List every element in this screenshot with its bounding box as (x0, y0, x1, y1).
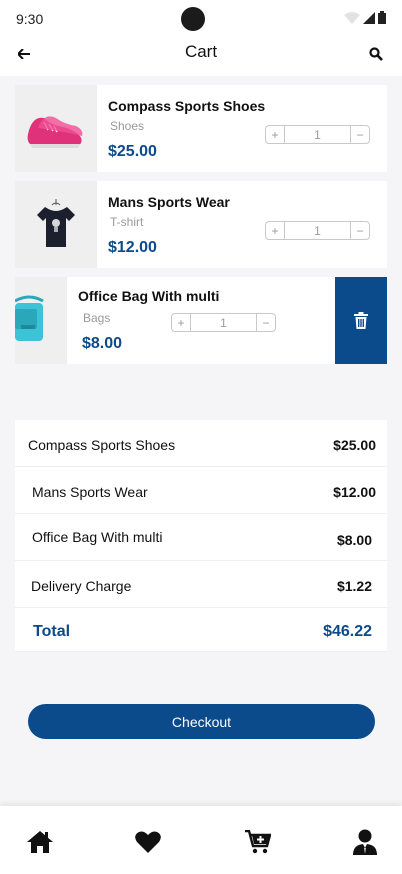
nav-cart[interactable] (244, 828, 272, 856)
summary-value: $8.00 (336, 532, 372, 548)
app-bar: Cart (0, 34, 402, 76)
wifi-icon (344, 12, 360, 24)
status-bar: 9:30 (0, 0, 402, 34)
user-icon (353, 829, 377, 855)
bottom-nav (0, 806, 402, 874)
camera-cutout (181, 7, 205, 31)
product-image-tshirt (15, 181, 97, 268)
home-icon (27, 831, 53, 853)
search-button[interactable] (366, 44, 386, 64)
cart-item[interactable]: Compass Sports Shoes Shoes $25.00 + 1 − (15, 85, 387, 172)
delete-button[interactable] (335, 277, 387, 364)
bag-icon (15, 295, 44, 341)
total-label: Total (33, 623, 71, 640)
item-name: Office Bag With multi (78, 288, 220, 304)
item-name: Mans Sports Wear (108, 194, 230, 210)
quantity-stepper: + 1 − (171, 313, 276, 332)
quantity-value: 1 (314, 127, 321, 142)
tshirt-icon (37, 198, 75, 247)
item-price: $8.00 (82, 335, 123, 352)
battery-icon (378, 11, 386, 24)
shoe-icon (27, 115, 83, 148)
increase-button[interactable]: + (266, 222, 285, 239)
increase-button[interactable]: + (266, 126, 285, 143)
search-icon (369, 47, 383, 61)
item-category: Shoes (110, 119, 145, 133)
summary-value: $25.00 (333, 437, 376, 453)
total-value: $46.22 (323, 623, 372, 640)
increase-button[interactable]: + (172, 314, 191, 331)
summary-row: Compass Sports Shoes $25.00 (15, 420, 387, 467)
signal-icon (363, 12, 375, 24)
decrease-button[interactable]: − (350, 126, 369, 143)
heart-icon (135, 831, 161, 853)
summary-row: Mans Sports Wear $12.00 (15, 467, 387, 514)
total-row: Total $46.22 (15, 608, 387, 652)
quantity-value: 1 (220, 315, 227, 330)
product-image-bag (15, 277, 67, 364)
item-price: $12.00 (108, 239, 157, 256)
summary-value: $1.22 (336, 578, 372, 594)
summary-value: $12.00 (333, 484, 376, 500)
summary-label: Delivery Charge (31, 578, 132, 594)
decrease-button[interactable]: − (350, 222, 369, 239)
checkout-button[interactable]: Checkout (28, 704, 375, 739)
item-category: T-shirt (110, 215, 144, 229)
quantity-value: 1 (314, 223, 321, 238)
order-summary: Compass Sports Shoes $25.00 Mans Sports … (15, 420, 387, 652)
summary-label: Office Bag With multi (32, 529, 163, 545)
nav-profile[interactable] (351, 828, 379, 856)
quantity-stepper: + 1 − (265, 125, 370, 144)
cart-add-icon (245, 830, 271, 854)
summary-row: Delivery Charge $1.22 (15, 561, 387, 608)
cart-item[interactable]: Mans Sports Wear T-shirt $12.00 + 1 − (15, 181, 387, 268)
nav-wishlist[interactable] (134, 828, 162, 856)
item-price: $25.00 (108, 143, 157, 160)
summary-row: Office Bag With multi $8.00 (15, 514, 387, 561)
page-title: Cart (184, 42, 218, 61)
cart-item[interactable]: Office Bag With multi Bags $8.00 + 1 − (15, 277, 335, 364)
item-name: Compass Sports Shoes (108, 98, 266, 114)
product-image-shoes (15, 85, 97, 172)
quantity-stepper: + 1 − (265, 221, 370, 240)
decrease-button[interactable]: − (256, 314, 275, 331)
status-icons (344, 11, 386, 24)
summary-label: Compass Sports Shoes (28, 437, 176, 453)
summary-label: Mans Sports Wear (32, 484, 148, 500)
trash-icon (354, 312, 368, 329)
status-time: 9:30 (16, 11, 44, 27)
item-category: Bags (83, 311, 111, 325)
nav-home[interactable] (26, 828, 54, 856)
